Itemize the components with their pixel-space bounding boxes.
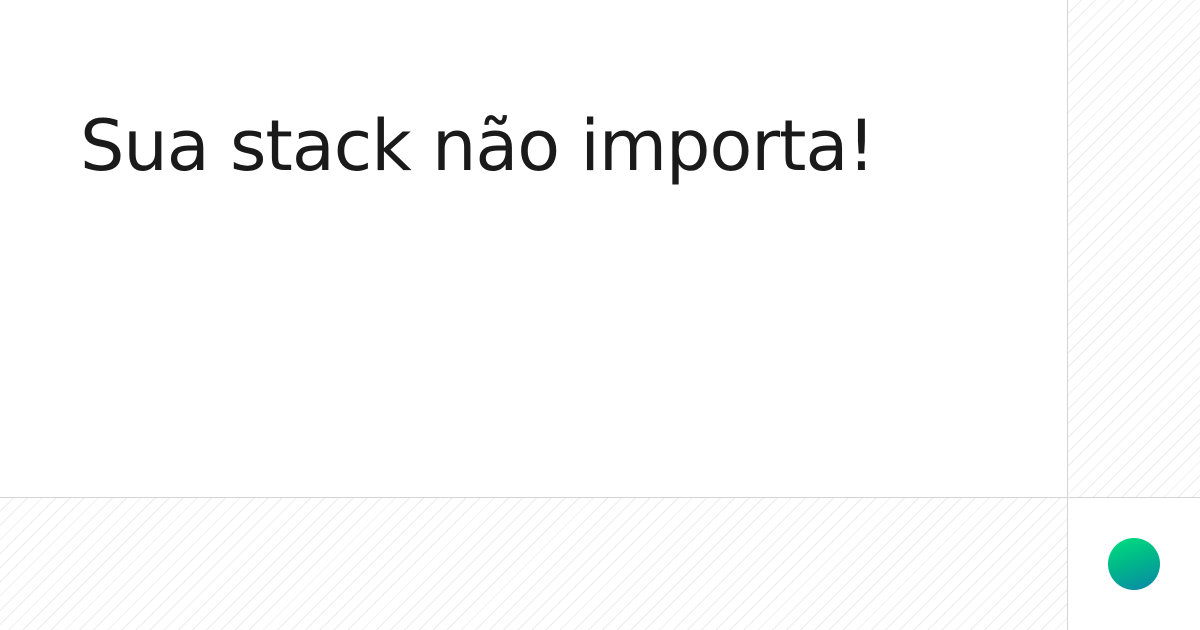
gradient-circle-icon bbox=[1108, 538, 1160, 590]
main-panel: Sua stack não importa! bbox=[0, 0, 1067, 497]
hatched-panel-right bbox=[1068, 0, 1200, 497]
social-card: Sua stack não importa! bbox=[0, 0, 1200, 630]
vertical-divider bbox=[1067, 0, 1068, 630]
headline: Sua stack não importa! bbox=[80, 105, 875, 187]
horizontal-divider bbox=[0, 497, 1200, 498]
hatched-panel-bottom bbox=[0, 498, 1067, 630]
